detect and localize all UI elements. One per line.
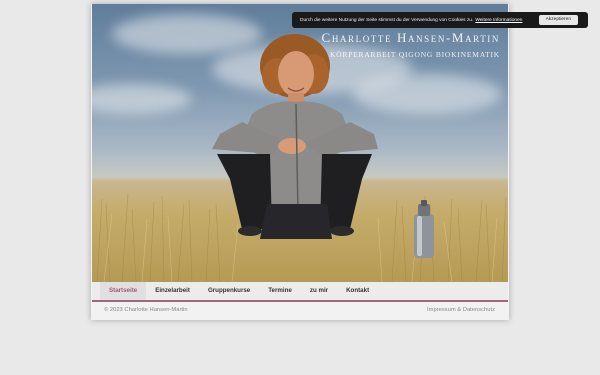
site-subtitle: Körperarbeit Qigong Biokinematik (329, 50, 500, 59)
nav-item-gruppenkurse[interactable]: Gruppenkurse (199, 282, 259, 300)
footer-legal-link[interactable]: Impressum & Datenschutz (427, 307, 495, 313)
cookie-more-info-link[interactable]: Weitere Informationen (475, 18, 522, 23)
water-bottle (414, 200, 434, 258)
cookie-banner: Durch die weitere Nutzung der Seite stim… (292, 12, 588, 28)
page-container: Charlotte Hansen-Martin Körperarbeit Qig… (91, 4, 509, 320)
nav-item-einzelarbeit[interactable]: Einzelarbeit (146, 282, 199, 300)
nav-item-startseite[interactable]: Startseite (100, 282, 147, 300)
nav-item-kontakt[interactable]: Kontakt (337, 282, 378, 300)
cookie-accept-button[interactable]: Akzeptieren (538, 15, 578, 25)
nav-item-termine[interactable]: Termine (259, 282, 301, 300)
person-figure (212, 34, 378, 239)
footer-copyright: © 2023 Charlotte Hansen-Martin (104, 307, 188, 313)
hero-image: Charlotte Hansen-Martin Körperarbeit Qig… (92, 4, 508, 282)
site-title: Charlotte Hansen-Martin (321, 30, 500, 45)
cookie-notice-text: Durch die weitere Nutzung der Seite stim… (300, 17, 474, 23)
nav-item-zu-mir[interactable]: zu mir (301, 282, 337, 300)
main-navigation: Startseite Einzelarbeit Gruppenkurse Ter… (92, 282, 508, 302)
